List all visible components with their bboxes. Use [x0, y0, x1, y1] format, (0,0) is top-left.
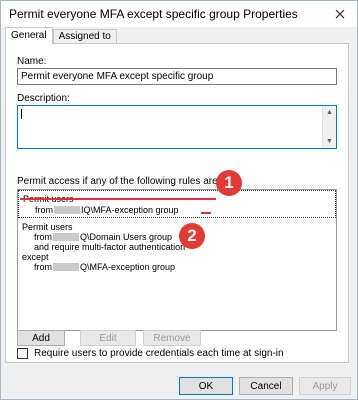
annotation-badge-2: 2 [179, 223, 205, 249]
properties-dialog: Permit everyone MFA except specific grou… [0, 0, 358, 400]
general-tab-page: Name: Permit everyone MFA except specifi… [5, 43, 349, 363]
rule2-except-from: from [34, 262, 52, 272]
redacted-domain [53, 233, 79, 241]
description-field[interactable]: ▲ ▼ [17, 105, 337, 149]
rule-item-1[interactable]: Permit users fromIQ\MFA-exception group [18, 190, 336, 218]
scroll-down-icon[interactable]: ▼ [323, 135, 336, 148]
rule2-line4: except [22, 252, 49, 262]
redacted-domain [54, 206, 80, 214]
rule2-except-group: Q\MFA-exception group [80, 262, 176, 272]
rules-list: Permit users fromIQ\MFA-exception group … [17, 189, 337, 331]
rule2-line1: Permit users [22, 222, 73, 232]
close-button[interactable] [329, 4, 351, 24]
apply-button[interactable]: Apply [299, 377, 351, 395]
dialog-body: General Assigned to Name: Permit everyon… [1, 27, 357, 399]
require-credentials-row: Require users to provide credentials eac… [17, 348, 284, 359]
text-caret [21, 109, 22, 119]
tab-general[interactable]: General [5, 27, 53, 44]
rule-item-2[interactable]: Permit users from Q\Domain Users group an… [18, 220, 336, 272]
rule1-line2: from IQ\MFA-exception group [35, 205, 179, 215]
annotation-underline [201, 212, 211, 214]
rule2-from: from [34, 232, 52, 242]
remove-button[interactable]: Remove [143, 330, 201, 346]
rule1-from: from [35, 205, 53, 215]
scroll-up-icon[interactable]: ▲ [323, 106, 336, 119]
title-bar[interactable]: Permit everyone MFA except specific grou… [1, 1, 357, 27]
require-credentials-checkbox[interactable] [17, 348, 28, 359]
rule2-line3: and require multi-factor authentication [34, 242, 186, 252]
redacted-domain [53, 263, 79, 271]
annotation-badge-1: 1 [216, 170, 242, 196]
description-scrollbar[interactable]: ▲ ▼ [322, 106, 336, 148]
edit-button[interactable]: Edit [80, 330, 136, 346]
ok-button[interactable]: OK [179, 377, 233, 395]
description-label: Description: [17, 93, 70, 104]
rules-label: Permit access if any of the following ru… [17, 176, 240, 187]
close-icon [335, 9, 345, 19]
rule1-group: IQ\MFA-exception group [81, 205, 179, 215]
tab-assigned-to[interactable]: Assigned to [52, 29, 117, 44]
name-label: Name: [17, 56, 47, 67]
tab-strip: General Assigned to [5, 27, 117, 44]
cancel-button[interactable]: Cancel [239, 377, 293, 395]
add-button[interactable]: Add [17, 330, 65, 346]
name-field[interactable]: Permit everyone MFA except specific grou… [17, 68, 337, 85]
rule2-group: Q\Domain Users group [80, 232, 173, 242]
window-title: Permit everyone MFA except specific grou… [9, 7, 298, 21]
rule2-line2: from Q\Domain Users group [34, 232, 172, 242]
require-credentials-label: Require users to provide credentials eac… [34, 348, 284, 359]
rule2-line5: from Q\MFA-exception group [34, 262, 175, 272]
annotation-red-line [20, 198, 216, 200]
